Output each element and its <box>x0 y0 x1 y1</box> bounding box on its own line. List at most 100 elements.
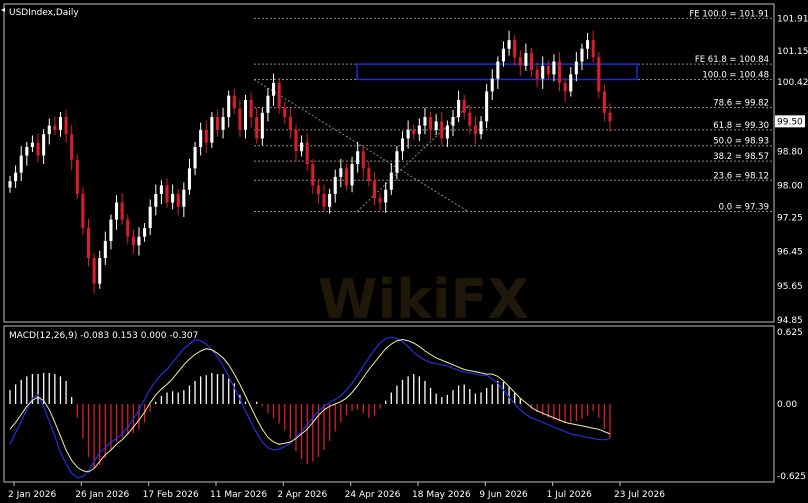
candle-body <box>25 146 29 156</box>
price-y-tick-label: 98.00 <box>777 181 803 191</box>
x-tick-label: 2 Apr 2026 <box>277 490 327 500</box>
candle-body <box>70 134 74 160</box>
chart-canvas: WikiFX USDIndex,Daily MACD(12,26,9) -0.0… <box>1 3 808 500</box>
price-y-tick-label: 94.85 <box>777 316 803 326</box>
candle-body <box>115 202 119 220</box>
price-y-tick-label: 95.65 <box>777 282 803 292</box>
candle-body <box>305 142 309 165</box>
candle-body <box>30 142 34 147</box>
candle-body <box>356 151 360 165</box>
candle-body <box>193 146 197 169</box>
candle-body <box>148 206 152 229</box>
candle-body <box>42 134 46 156</box>
candle-body <box>215 117 220 130</box>
macd-y-tick-label: 0.00 <box>777 400 797 410</box>
candle-body <box>176 193 180 207</box>
candle-body <box>109 219 113 241</box>
macd-panel-frame <box>3 325 775 483</box>
candle-body <box>260 112 264 139</box>
candle-body <box>400 138 405 152</box>
candle-body <box>372 181 377 199</box>
x-tick-label: 18 May 2026 <box>412 490 471 500</box>
candle-body <box>440 121 444 139</box>
candle-body <box>294 129 298 152</box>
candle-body <box>513 40 517 58</box>
candle-body <box>423 117 427 126</box>
candle-body <box>529 52 534 71</box>
candle-body <box>501 48 505 62</box>
candle-body <box>361 151 365 169</box>
candle-body <box>159 185 163 194</box>
candle-body <box>473 125 477 135</box>
candle-body <box>378 198 382 203</box>
candle-body <box>81 193 85 229</box>
x-tick-label: 23 Jul 2026 <box>614 490 665 500</box>
candle-body <box>384 189 388 203</box>
candle-body <box>86 228 91 259</box>
candle-body <box>199 129 203 147</box>
fib-level-label: FE 61.8 = 100.84 <box>695 55 769 65</box>
price-y-tick-label: 97.25 <box>777 213 803 223</box>
price-y-tick-label: 101.91 <box>777 14 808 24</box>
candle-body <box>249 99 253 118</box>
candle-body <box>468 112 472 126</box>
candle-body <box>36 142 40 156</box>
price-y-tick-label: 98.80 <box>777 147 803 157</box>
price-y-tick-label: 101.15 <box>777 47 808 57</box>
candle-body <box>389 172 393 190</box>
candle-body <box>126 219 130 237</box>
candle-body <box>311 164 315 186</box>
candle-body <box>490 78 494 92</box>
candle-body <box>255 117 259 139</box>
price-y-tick-label: 96.45 <box>777 248 803 258</box>
candle-body <box>328 193 332 207</box>
candle-body <box>64 117 68 135</box>
candle-body <box>574 61 578 75</box>
candle-body <box>485 91 489 122</box>
candle-body <box>524 52 528 66</box>
candle-body <box>75 159 79 194</box>
candle-body <box>552 61 556 75</box>
candle-body <box>238 108 242 130</box>
candle-body <box>210 117 214 143</box>
candle-body <box>350 164 354 186</box>
last-price-label: 99.50 <box>777 117 803 127</box>
candle-body <box>333 176 337 194</box>
candle-body <box>165 185 169 203</box>
candle-body <box>53 125 57 130</box>
candle-body <box>451 117 455 126</box>
candle-body <box>406 129 410 139</box>
fib-level-label: 23.6 = 98.12 <box>713 171 769 181</box>
candle-body <box>272 82 276 96</box>
candle-body <box>417 125 421 135</box>
candle-body <box>557 61 562 83</box>
candle-body <box>462 99 466 113</box>
macd-y-tick-label: -0.625 <box>777 472 806 482</box>
candle-body <box>429 117 433 130</box>
candle-body <box>19 155 23 173</box>
macd-title: MACD(12,26,9) -0.083 0.153 0.000 -0.307 <box>9 331 198 341</box>
x-tick-label: 24 Apr 2026 <box>345 490 401 500</box>
candle-body <box>586 40 590 49</box>
candle-body <box>266 95 270 113</box>
candle-body <box>277 82 281 109</box>
candle-body <box>580 48 584 62</box>
candle-body <box>541 65 545 79</box>
fib-level-label: 38.2 = 98.57 <box>713 152 769 162</box>
candle-body <box>47 125 51 135</box>
candle-body <box>367 168 371 182</box>
candle-body <box>339 168 343 177</box>
candle-body <box>14 172 18 182</box>
candle-body <box>563 82 567 92</box>
fib-level-label: FE 100.0 = 101.91 <box>689 9 769 19</box>
candle-body <box>602 91 606 113</box>
candle-body <box>8 181 12 188</box>
candle-body <box>232 95 236 109</box>
candle-body <box>243 99 248 130</box>
candle-body <box>507 40 511 49</box>
candle-body <box>518 57 522 66</box>
candle-body <box>412 129 416 135</box>
candle-body <box>344 168 348 186</box>
fib-level-label: 50.0 = 98.93 <box>713 137 769 147</box>
price-chart-title: USDIndex,Daily <box>9 8 79 18</box>
